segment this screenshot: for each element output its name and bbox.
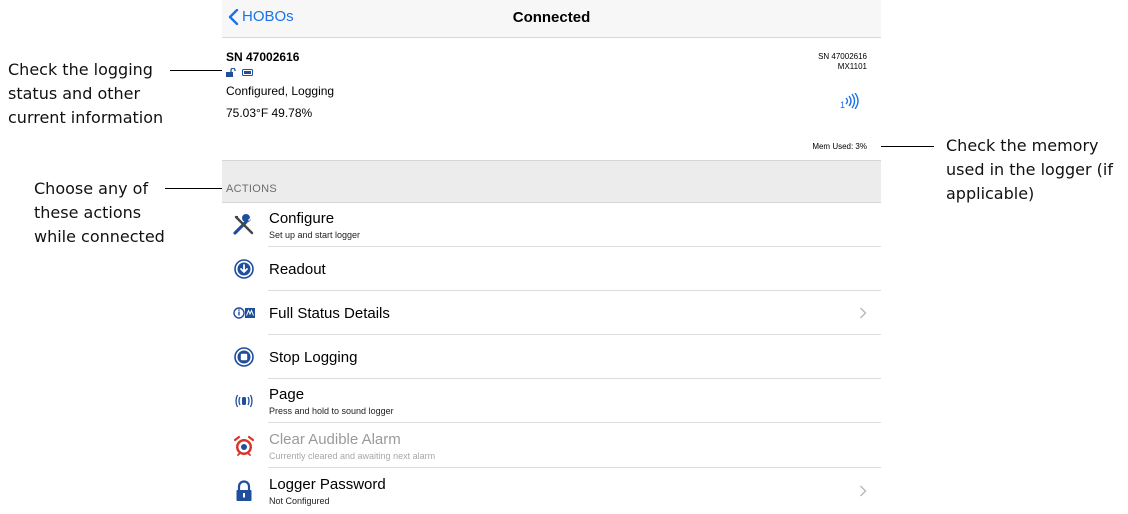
action-title: Clear Audible Alarm — [269, 431, 401, 448]
device-model: MX1101 — [837, 62, 867, 71]
callout-line-2: these actions — [34, 203, 142, 222]
action-configure[interactable]: Configure Set up and start logger — [222, 203, 881, 247]
callout-status: Check the logging status and other curre… — [8, 58, 163, 130]
page-title: Connected — [512, 9, 591, 26]
device-info-panel: SN 47002616 Configured, Logging 75.03°F … — [222, 38, 881, 161]
actions-section-header: ACTIONS — [222, 161, 881, 203]
callout-line-1: Choose any of — [34, 179, 149, 198]
status-info-icon — [233, 307, 255, 319]
callout-actions: Choose any of these actions while connec… — [34, 177, 165, 249]
svg-text:1: 1 — [840, 100, 845, 109]
stop-circle-icon — [234, 347, 254, 367]
action-logger-password[interactable]: Logger Password Not Configured — [222, 469, 881, 513]
action-subtitle: Set up and start logger — [269, 230, 361, 240]
action-readout[interactable]: Readout — [222, 247, 881, 291]
row-separator — [268, 422, 881, 423]
unlock-icon — [226, 68, 236, 77]
action-clear-audible-alarm[interactable]: Clear Audible Alarm Currently cleared an… — [222, 424, 881, 468]
chevron-right-icon — [860, 307, 867, 319]
device-id-block: SN 47002616 MX1101 — [818, 52, 867, 72]
callout-status-leader — [170, 70, 230, 71]
alarm-clock-icon — [233, 435, 255, 456]
row-separator — [268, 467, 881, 468]
action-full-status-details[interactable]: Full Status Details — [222, 291, 881, 335]
battery-icon — [242, 69, 253, 76]
app-screen: HOBOs Connected SN 47002616 Configured, … — [222, 0, 881, 514]
sound-icon — [235, 394, 253, 408]
callout-line-1: Check the memory — [946, 136, 1099, 155]
action-title: Stop Logging — [269, 349, 358, 366]
download-circle-icon — [234, 259, 254, 279]
callout-memory-leader — [872, 146, 934, 147]
action-subtitle: Currently cleared and awaiting next alar… — [269, 451, 436, 461]
callout-line-2: status and other — [8, 84, 141, 103]
chevron-right-icon — [860, 485, 867, 497]
callout-memory: Check the memory used in the logger (if … — [946, 134, 1113, 206]
action-title: Configure — [269, 210, 335, 227]
action-subtitle: Press and hold to sound logger — [269, 406, 394, 416]
action-subtitle: Not Configured — [269, 496, 330, 506]
device-serial-small: SN 47002616 — [818, 52, 867, 61]
action-stop-logging[interactable]: Stop Logging — [222, 335, 881, 379]
callout-line-3: current information — [8, 108, 164, 127]
callout-line-3: while connected — [34, 227, 165, 246]
device-serial: SN 47002616 — [226, 50, 300, 64]
lock-icon — [236, 480, 252, 501]
action-title: Page — [269, 386, 305, 403]
action-title: Full Status Details — [269, 305, 390, 322]
nav-bar: HOBOs Connected — [222, 0, 881, 38]
current-readings: 75.03°F 49.78% — [226, 106, 313, 120]
action-title: Logger Password — [269, 476, 386, 493]
callout-line-2: used in the logger (if — [946, 160, 1113, 179]
section-header-label: ACTIONS — [226, 183, 277, 195]
action-title: Readout — [269, 261, 326, 278]
status-icons — [226, 68, 254, 77]
callout-actions-leader — [165, 188, 225, 189]
memory-used: Mem Used: 3% — [812, 142, 867, 151]
signal-icon: 1 — [840, 93, 859, 109]
tools-icon — [233, 214, 254, 235]
action-page[interactable]: Page Press and hold to sound logger — [222, 379, 881, 423]
logging-status: Configured, Logging — [226, 84, 335, 98]
callout-line-1: Check the logging — [8, 60, 153, 79]
callout-line-3: applicable) — [946, 184, 1035, 203]
